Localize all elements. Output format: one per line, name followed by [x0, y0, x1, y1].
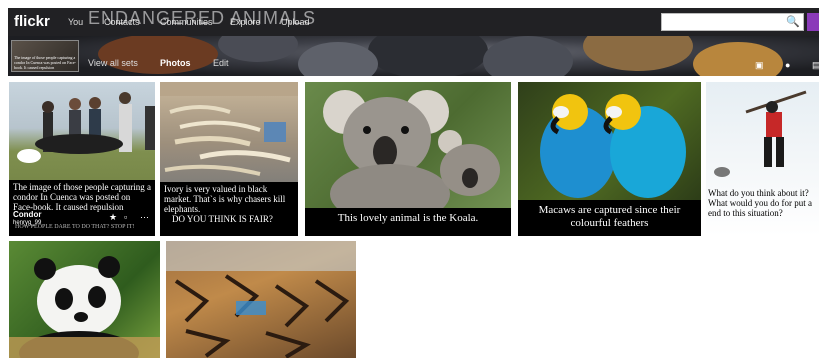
tiger-skins-illustration: [166, 241, 356, 358]
comment-icon[interactable]: ▫: [124, 212, 127, 222]
star-icon[interactable]: ★: [109, 212, 117, 223]
search-input[interactable]: 🔍: [661, 13, 804, 31]
condor-caption: The image of those people capturing a co…: [13, 182, 151, 212]
flickr-logo[interactable]: flickr: [14, 13, 50, 30]
photo-condor[interactable]: The image of those people capturing a co…: [9, 82, 155, 236]
tab-photos[interactable]: Photos: [160, 58, 191, 68]
condor-illustration: [17, 92, 155, 163]
koala-caption-box: This lovely animal is the Koala.: [305, 208, 511, 236]
photo-tiger-skins[interactable]: [166, 241, 356, 358]
set-title: ENDANGERED ANIMALS: [88, 8, 317, 28]
koala-illustration: [323, 90, 500, 208]
ivory-illustration: [160, 82, 298, 176]
seal-caption: What do you think about it? What would y…: [708, 188, 812, 218]
photo-seal[interactable]: What do you think about it? What would y…: [706, 82, 819, 236]
slideshow-icon[interactable]: ▣: [755, 60, 764, 71]
set-thumbnail[interactable]: The image of those people capturing a co…: [11, 40, 79, 72]
photo-ivory[interactable]: Ivory is very valued in black market. Th…: [160, 82, 298, 236]
macaws-caption: Macaws are captured since their colourfu…: [538, 204, 681, 229]
photo-watermark: HOW PEOPLE DARE TO DO THAT? STOP IT!: [15, 224, 135, 230]
view-all-sets-link[interactable]: View all sets: [88, 58, 138, 68]
koala-caption: This lovely animal is the Koala.: [337, 212, 479, 224]
seal-illustration: [714, 90, 807, 177]
tab-edit[interactable]: Edit: [213, 58, 229, 68]
more-icon[interactable]: ⋯: [140, 212, 149, 223]
set-thumbnail-caption: The image of those people capturing a co…: [14, 55, 76, 70]
set-banner: [8, 36, 819, 76]
comments-icon[interactable]: ●: [785, 60, 790, 70]
ivory-caption-box: Ivory is very valued in black market. Th…: [160, 182, 298, 236]
condor-caption-box: The image of those people capturing a co…: [9, 180, 155, 236]
nav-you[interactable]: You: [68, 17, 83, 27]
macaws-illustration: [540, 94, 686, 198]
search-icon[interactable]: 🔍: [786, 15, 800, 28]
share-icon[interactable]: ▤: [812, 60, 819, 71]
ivory-question: DO YOU THINK IS FAIR?: [172, 214, 273, 224]
panda-illustration: [9, 256, 160, 358]
macaws-caption-box: Macaws are captured since their colourfu…: [518, 200, 701, 236]
photo-title[interactable]: Condor: [13, 210, 41, 219]
photo-macaws[interactable]: Macaws are captured since their colourfu…: [518, 82, 701, 236]
photo-koala[interactable]: This lovely animal is the Koala.: [305, 82, 511, 236]
photo-panda[interactable]: [9, 241, 160, 358]
ivory-caption: Ivory is very valued in black market. Th…: [164, 184, 286, 214]
banner-background: [98, 36, 783, 76]
pro-badge[interactable]: [807, 13, 819, 31]
